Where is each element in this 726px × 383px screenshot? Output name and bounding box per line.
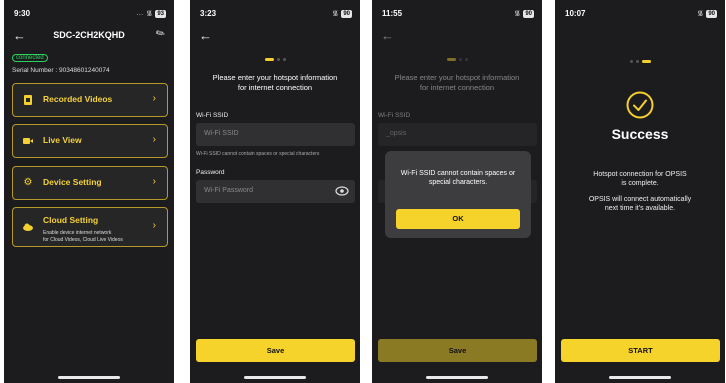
hotspot-entry-screen: 3:23 ᯾ 90 ← Please enter your hotspot in… — [190, 0, 360, 383]
film-icon — [22, 94, 34, 106]
password-label: Password — [196, 169, 225, 176]
cloud-setting-button[interactable]: Cloud Setting Enable device internet net… — [12, 207, 168, 247]
ok-button[interactable]: OK — [396, 209, 520, 229]
success-title: Success — [611, 126, 669, 142]
battery-icon: 90 — [341, 9, 352, 18]
chevron-right-icon: › — [152, 134, 156, 145]
home-indicator — [244, 376, 306, 379]
battery-icon: 90 — [523, 9, 534, 18]
battery-icon: 90 — [706, 9, 717, 18]
password-input[interactable]: Wi-Fi Password — [196, 180, 355, 203]
status-time: 11:55 — [382, 9, 403, 18]
back-arrow-icon: ← — [381, 28, 394, 43]
success-screen: 10:07 ᯾ 90 Success Hotspot connection fo… — [555, 0, 725, 383]
wifi-icon: ᯾ — [697, 10, 704, 17]
live-view-button[interactable]: Live View › — [12, 124, 168, 158]
device-setting-button[interactable]: ⚙ Device Setting › — [12, 166, 168, 200]
ssid-input[interactable]: Wi-Fi SSID — [196, 123, 355, 146]
cloud-setting-description: Enable device internet network for Cloud … — [43, 230, 123, 243]
ssid-label: Wi-Fi SSID — [196, 112, 229, 119]
ssid-error-screen: 11:55 ᯾ 90 ← Please enter your hotspot i… — [372, 0, 542, 383]
ssid-label: Wi-Fi SSID — [378, 112, 411, 119]
back-arrow-icon[interactable]: ← — [199, 28, 212, 43]
menu-label: Device Setting — [43, 177, 102, 187]
ssid-placeholder: Wi-Fi SSID — [204, 130, 239, 137]
home-indicator — [58, 376, 120, 379]
battery-icon: 93 — [155, 9, 166, 18]
status-time: 9:30 — [14, 9, 31, 18]
chevron-right-icon: › — [152, 220, 156, 231]
page-title: SDC-2CH2KQHD — [53, 30, 125, 40]
gear-icon: ⚙ — [23, 177, 33, 188]
wifi-icon: ᯾ — [332, 10, 339, 17]
cloud-icon — [22, 221, 34, 233]
chevron-right-icon: › — [152, 93, 156, 104]
wifi-icon: ᯾ — [514, 10, 521, 17]
step-indicator — [190, 58, 360, 61]
status-time: 10:07 — [565, 9, 586, 18]
error-dialog: Wi-Fi SSID cannot contain spaces or speci… — [385, 151, 531, 238]
home-indicator — [426, 376, 488, 379]
step-indicator — [555, 60, 725, 63]
signal-icon: … — [136, 10, 144, 17]
start-button[interactable]: START — [561, 339, 720, 362]
menu-label: Cloud Setting — [43, 215, 99, 225]
password-placeholder: Wi-Fi Password — [204, 187, 254, 194]
status-bar: 11:55 ᯾ 90 — [372, 9, 542, 21]
eye-icon[interactable] — [335, 184, 349, 198]
save-button: Save — [378, 339, 537, 362]
error-message: Wi-Fi SSID cannot contain spaces or speci… — [400, 170, 516, 186]
status-bar: 3:23 ᯾ 90 — [190, 9, 360, 21]
camera-icon — [22, 135, 34, 147]
home-indicator — [609, 376, 671, 379]
device-menu-screen: 9:30 … ᯾ 93 ← SDC-2CH2KQHD ✎ connected S… — [4, 0, 174, 383]
auto-connect-message: OPSIS will connect automatically next tim… — [588, 196, 692, 212]
ssid-value: _opsis — [386, 130, 407, 137]
status-badge: connected — [12, 54, 48, 62]
status-bar: 10:07 ᯾ 90 — [555, 9, 725, 21]
connection-complete-message: Hotspot connection for OPSIS is complete. — [593, 171, 687, 187]
recorded-videos-button[interactable]: Recorded Videos › — [12, 83, 168, 117]
step-indicator — [372, 58, 542, 61]
ssid-input: _opsis — [378, 123, 537, 146]
ssid-hint: Wi-Fi SSID cannot contain spaces or spec… — [196, 151, 320, 157]
page-heading: Please enter your hotspot information for… — [212, 73, 338, 92]
save-button[interactable]: Save — [196, 339, 355, 362]
status-time: 3:23 — [200, 9, 217, 18]
serial-number: Serial Number : 90348601240074 — [12, 67, 110, 74]
page-heading: Please enter your hotspot information for… — [394, 73, 520, 92]
status-bar: 9:30 … ᯾ 93 — [4, 9, 174, 21]
wifi-icon: ᯾ — [146, 10, 153, 17]
menu-label: Recorded Videos — [43, 94, 113, 104]
chevron-right-icon: › — [152, 176, 156, 187]
check-circle-icon — [626, 91, 654, 119]
menu-label: Live View — [43, 135, 82, 145]
